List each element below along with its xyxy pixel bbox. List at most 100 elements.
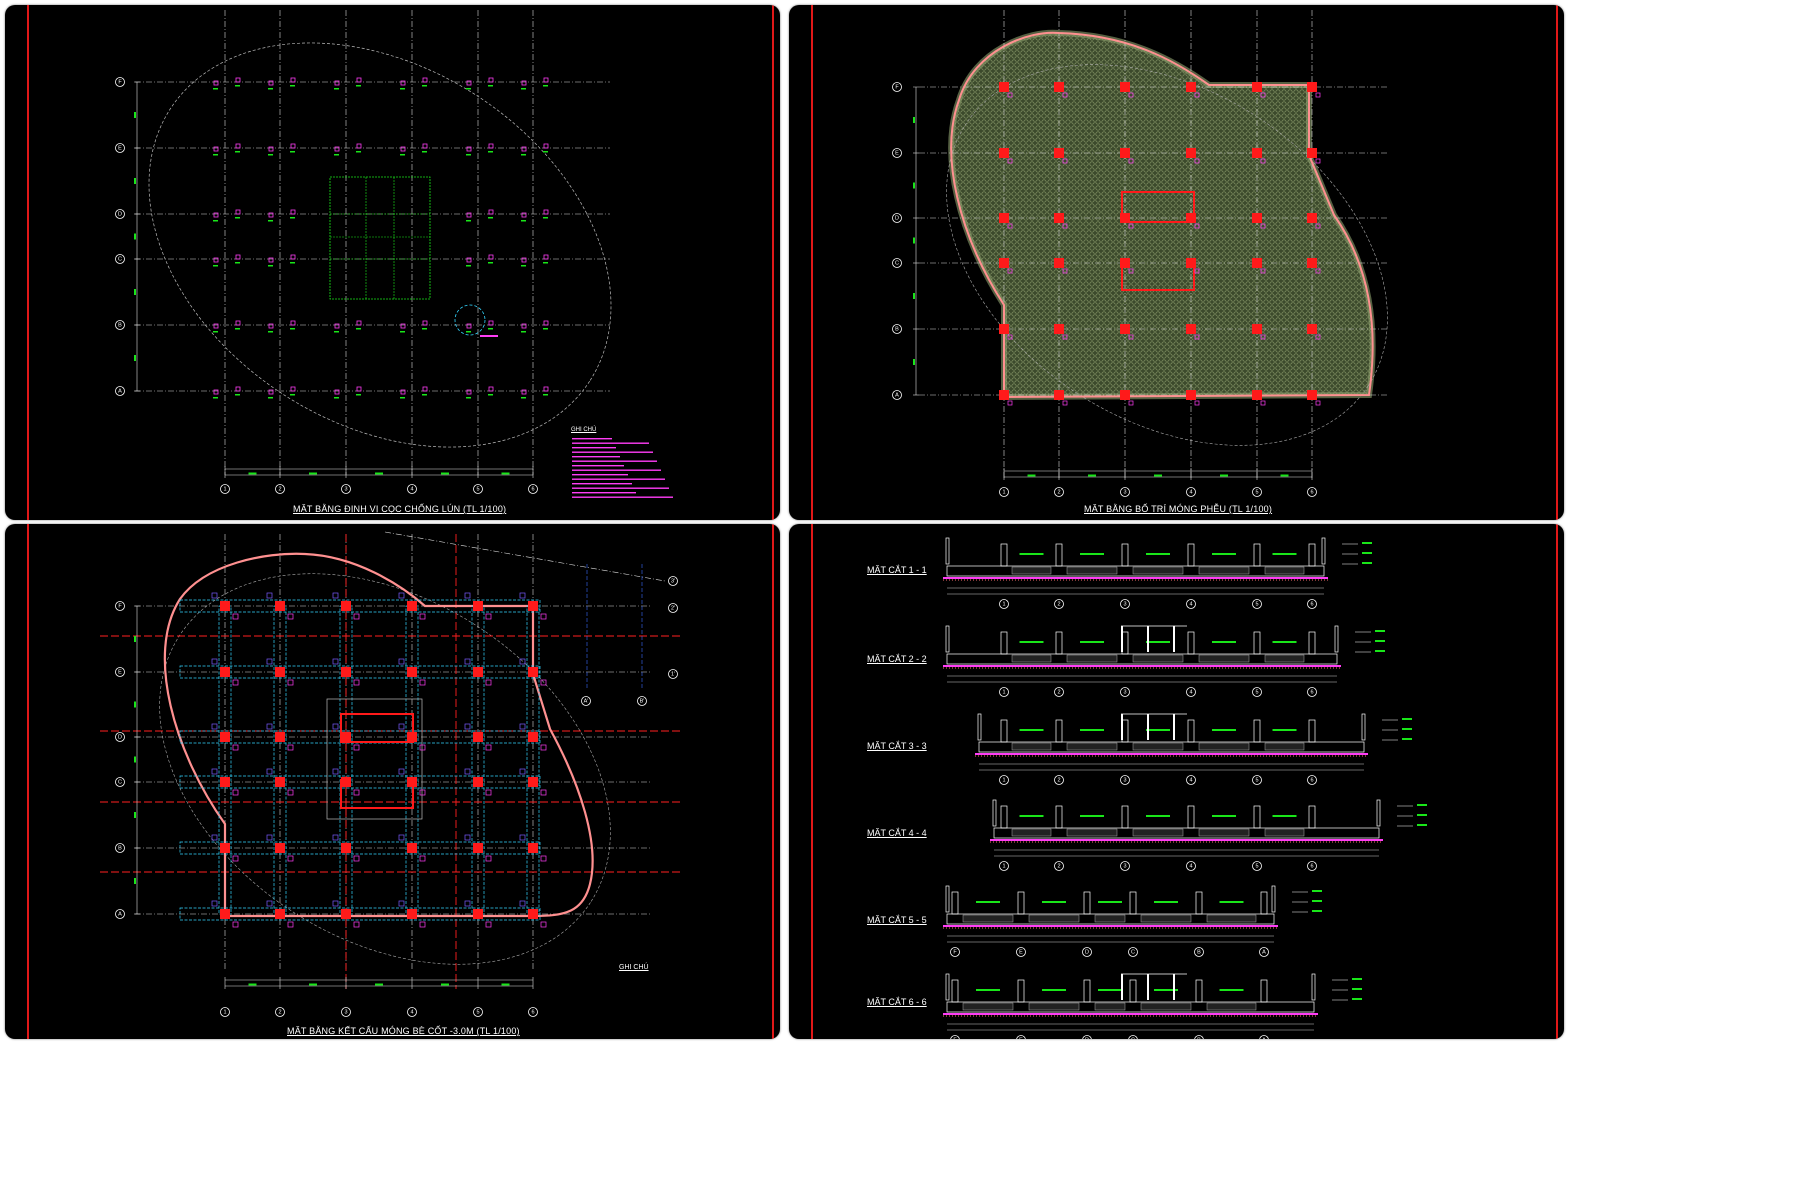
pile-dim: [488, 328, 493, 330]
pile-marker: [211, 768, 218, 775]
section-3-grid-bubble-5-label: 5: [1255, 778, 1258, 784]
section-4-grid-bubble-3-label: 3: [1123, 864, 1126, 870]
pile-marker: [332, 723, 339, 730]
dim-text-horizontal: [501, 472, 510, 475]
funnel-foundation-drawing: F E D C B A 1 2 3 4 5 6: [892, 10, 1389, 497]
section-3-rebar-tag: [1272, 729, 1297, 731]
section-label-2: MẶT CẮT 2 - 2: [867, 654, 927, 664]
pile-dim: [290, 394, 295, 396]
column: [473, 601, 483, 611]
pile-marker: [519, 768, 526, 775]
panel-sections: 1 2 3 4 5 6 1 2 3 4 5 6 1 2 3 4 5 6 1 2 3 4 5 6 F E D C B A F E D C B A MẶT…: [789, 524, 1564, 1039]
column: [999, 82, 1009, 92]
pile-marker: [466, 212, 472, 218]
section-1-pile-cap: [1132, 566, 1184, 575]
pile-marker: [332, 834, 339, 841]
dim-text-vertical: [913, 293, 915, 299]
grid-bubble-4-label: 4: [410, 1010, 413, 1016]
section-6-wall-right: [1311, 973, 1316, 1001]
pile-marker: [400, 80, 406, 86]
section-6-grid-bubble-C-label: C: [1131, 1038, 1135, 1040]
section-3-pile-cap: [1198, 742, 1250, 751]
pile-marker: [521, 80, 527, 86]
pile-dim: [290, 151, 295, 153]
section-4-rebar-tag: [1080, 815, 1104, 817]
column: [1054, 148, 1064, 158]
section-1-rebar-tag: [1019, 553, 1044, 555]
section-6-column-stub: [951, 979, 959, 1003]
section-3-core-wall: [1147, 714, 1149, 740]
column: [1186, 390, 1196, 400]
pile-marker: [540, 789, 547, 796]
dim-text-vertical: [134, 289, 136, 295]
section-4-rebar-tag: [1212, 815, 1236, 817]
pile-marker: [232, 744, 239, 751]
section-4-grid-bubble-4-label: 4: [1189, 864, 1192, 870]
column: [407, 667, 417, 677]
column: [407, 777, 417, 787]
column: [341, 601, 351, 611]
section-2-level-text: [1375, 630, 1385, 632]
section-5-rebar-tag: [1042, 901, 1066, 903]
column: [1186, 213, 1196, 223]
section-6-level-text: [1352, 988, 1362, 990]
dim-text-horizontal: [309, 983, 317, 986]
pile-marker: [334, 80, 340, 86]
grid-bubble-4-label: 4: [410, 487, 413, 493]
section-6-pile-cap: [1028, 1002, 1080, 1011]
pile-dim: [213, 220, 218, 222]
dim-text-horizontal: [1280, 474, 1289, 477]
pile-marker: [232, 855, 239, 862]
pile-dim: [356, 151, 361, 153]
dim-text-vertical: [134, 355, 136, 361]
frame-edge-left: [27, 5, 29, 520]
section-4-rebar-tag: [1146, 815, 1170, 817]
column: [999, 148, 1009, 158]
frame-edge-right: [1556, 5, 1558, 520]
pile-marker: [232, 789, 239, 796]
pile-marker: [419, 679, 426, 686]
pile-marker: [543, 77, 549, 83]
section-6-column-stub: [1083, 979, 1091, 1003]
pile-marker: [290, 77, 296, 83]
pile-dim: [466, 397, 471, 399]
raft-foundation-drawing: 3' 2' 1' A' B' F E D C B A 1 2 3 4 5 6: [100, 531, 680, 1017]
frame-edge-left: [27, 524, 29, 1039]
dim-text-vertical: [913, 237, 915, 244]
pile-marker: [398, 658, 405, 665]
column: [999, 324, 1009, 334]
dim-text-vertical: [134, 812, 136, 818]
section-5-pile-cap: [1206, 914, 1257, 923]
secondary-bubble-1'-label: 1': [671, 672, 675, 678]
general-notes: GHI CHÚ: [571, 427, 701, 433]
frame-edge-right: [772, 5, 774, 520]
column: [407, 732, 417, 742]
pile-marker: [290, 254, 296, 260]
pile-marker: [334, 146, 340, 152]
pile-marker: [235, 143, 241, 149]
section-3-rebar-tag: [1019, 729, 1044, 731]
pile-marker: [213, 257, 219, 263]
grid-bubble-C-label: C: [895, 261, 899, 267]
section-2-pile-cap: [1066, 654, 1118, 663]
section-1-pile-cap: [1264, 566, 1305, 575]
pile-marker: [1007, 400, 1013, 406]
pile-marker: [211, 834, 218, 841]
section-4-level-text: [1417, 824, 1427, 826]
grid-bubble-6-label: 6: [1310, 490, 1313, 496]
dim-text-vertical: [913, 182, 915, 189]
section-6-column-stub: [1260, 979, 1268, 1003]
section-label-1: MẶT CẮT 1 - 1: [867, 565, 927, 575]
column: [473, 667, 483, 677]
pile-marker: [268, 323, 274, 329]
pile-marker: [353, 921, 360, 928]
pile-dim: [290, 328, 295, 330]
pile-marker: [232, 921, 239, 928]
section-4-raft: [993, 827, 1380, 839]
section-1-level-text: [1362, 542, 1372, 544]
pile-marker: [266, 658, 273, 665]
section-2-grid-bubble-5-label: 5: [1255, 690, 1258, 696]
pile-dim: [466, 331, 471, 333]
pile-marker: [519, 834, 526, 841]
pile-dim: [356, 394, 361, 396]
